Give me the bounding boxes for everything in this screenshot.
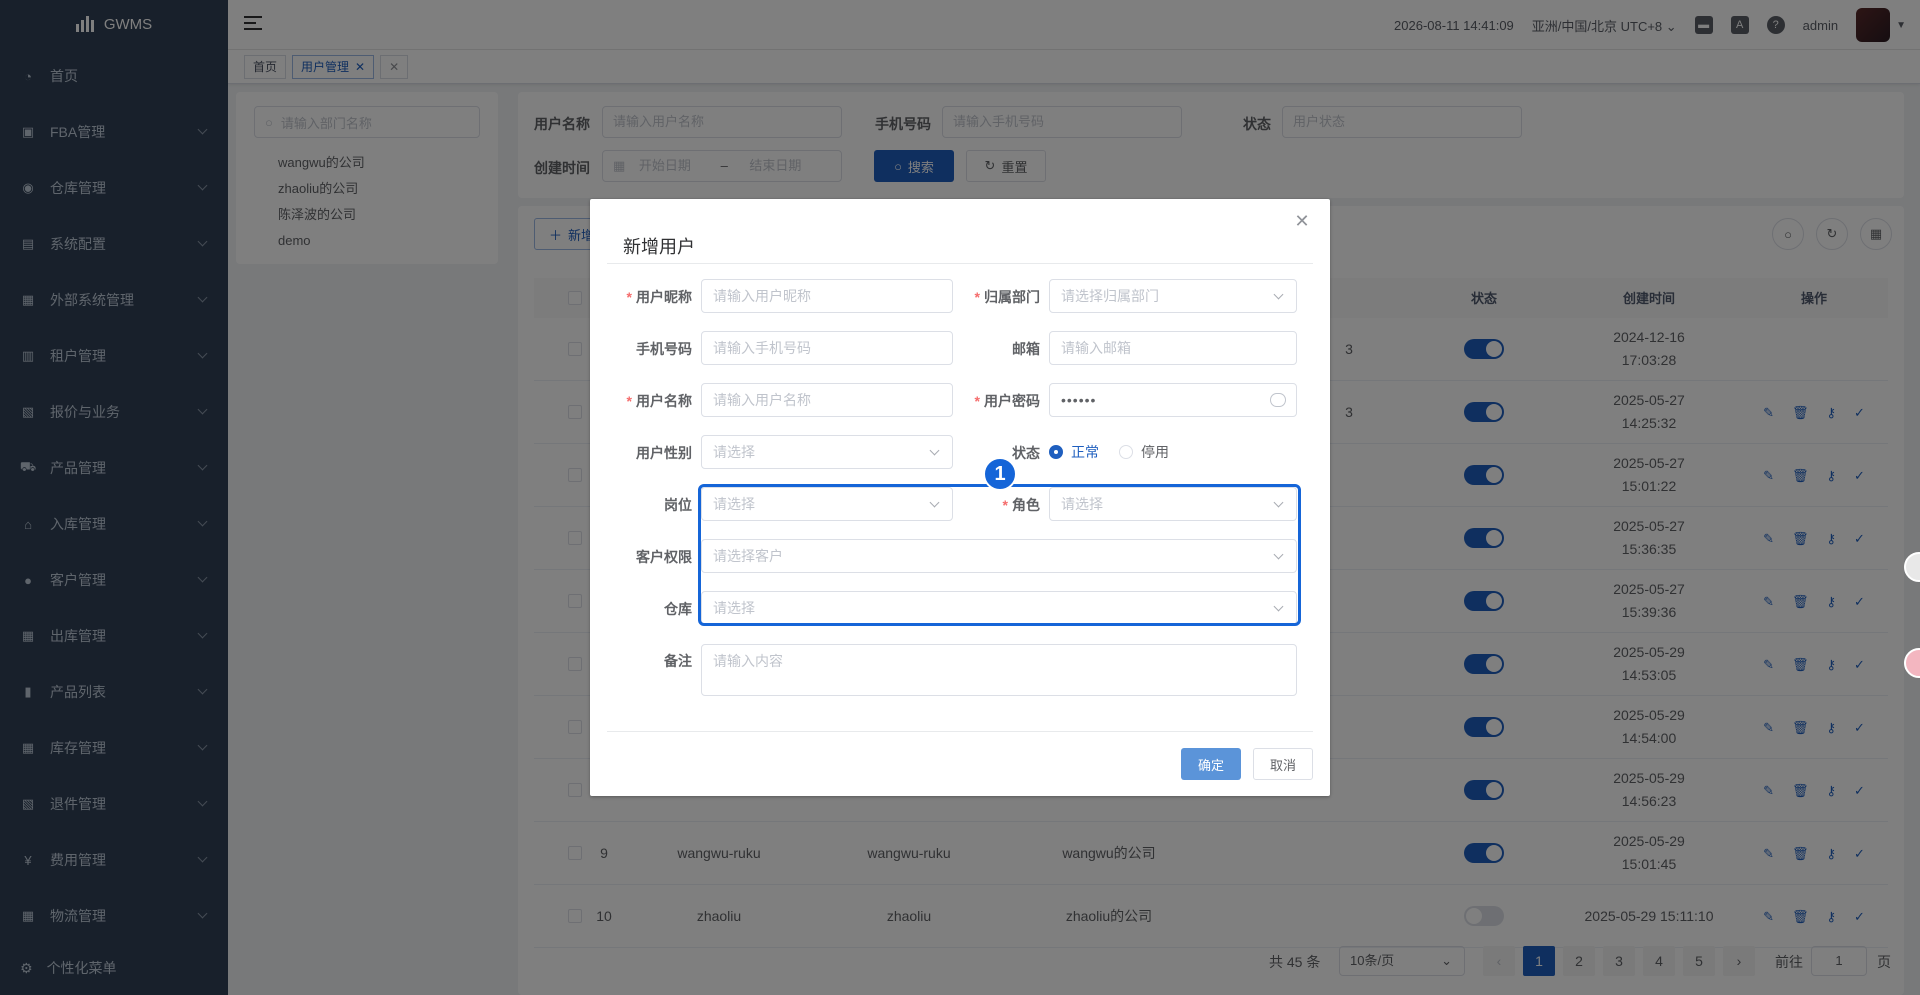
gender-select[interactable]: 请选择 [701,435,953,469]
post-label: 岗位 [664,497,692,513]
cancel-button[interactable]: 取消 [1253,748,1313,780]
dialog-title: 新增用户 [623,237,695,257]
confirm-button[interactable]: 确定 [1181,748,1241,780]
username-label: * 用户名称 [626,393,692,409]
divider [607,263,1313,264]
status-normal-radio[interactable]: 正常 [1049,435,1099,469]
password-label: * 用户密码 [974,393,1040,409]
nickname-input[interactable]: 请输入用户昵称 [701,279,953,313]
username-input[interactable]: 请输入用户名称 [701,383,953,417]
warehouse-label: 仓库 [664,601,692,617]
close-icon[interactable]: ✕ [1292,211,1312,231]
step-badge: 1 [983,457,1017,491]
status-disabled-radio[interactable]: 停用 [1119,435,1169,469]
chevron-down-icon [1273,289,1284,300]
dept-select[interactable]: 请选择归属部门 [1049,279,1297,313]
email-label: 邮箱 [1012,341,1040,357]
remark-textarea[interactable]: 请输入内容 [701,644,1297,696]
eye-icon[interactable] [1270,393,1286,407]
gender-label: 用户性别 [636,445,692,461]
divider [607,731,1313,732]
highlight-box [698,484,1301,626]
email-input[interactable]: 请输入邮箱 [1049,331,1297,365]
password-input[interactable]: •••••• [1049,383,1297,417]
phone-input[interactable]: 请输入手机号码 [701,331,953,365]
dept-label: * 归属部门 [974,289,1040,305]
customer-label: 客户权限 [636,549,692,565]
remark-label: 备注 [664,653,692,669]
chevron-down-icon [929,445,940,456]
status-radio-group: 正常 停用 [1049,435,1299,469]
nickname-label: * 用户昵称 [626,289,692,305]
phone-label: 手机号码 [636,341,692,357]
